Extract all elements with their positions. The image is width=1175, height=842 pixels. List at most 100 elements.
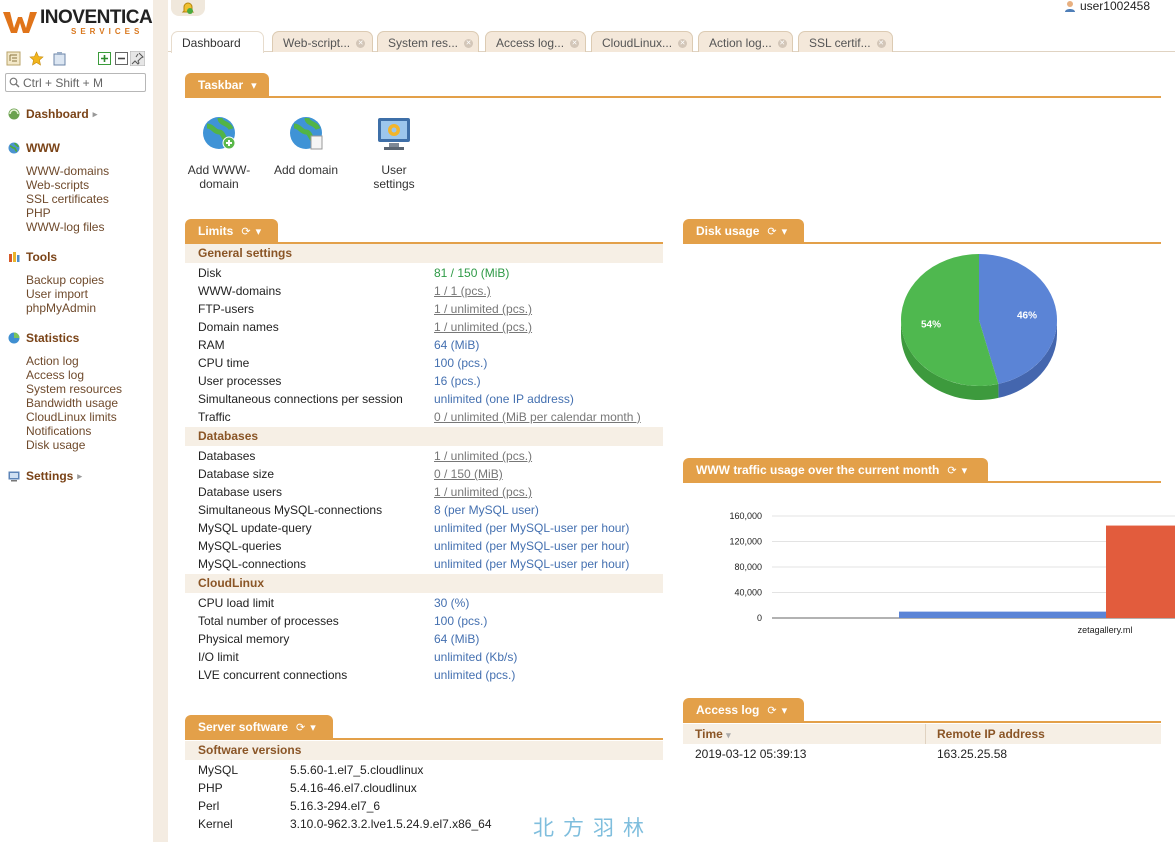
tab-web-scripts[interactable]: Web-script... ✕ [272, 31, 373, 52]
software-versions-heading: Software versions [185, 741, 663, 760]
sidebar-item-web-scripts[interactable]: Web-scripts [26, 178, 109, 192]
disk-usage-rule [683, 242, 1161, 244]
column-header-ip[interactable]: Remote IP address [937, 727, 1045, 741]
dropdown-arrow-icon[interactable]: ▾ [962, 465, 968, 477]
sidebar-item-notifications[interactable]: Notifications [26, 424, 122, 438]
y-tick-label: 40,000 [734, 588, 762, 598]
refresh-icon[interactable]: ⟳ [296, 722, 305, 734]
close-icon[interactable]: ✕ [356, 39, 366, 49]
refresh-icon[interactable]: ⟳ [767, 705, 776, 717]
close-icon[interactable]: ✕ [678, 39, 688, 49]
dropdown-arrow-icon[interactable]: ▾ [310, 722, 316, 734]
row-value[interactable]: 1 / unlimited (pcs.) [434, 302, 532, 316]
sidebar-item-user-import[interactable]: User import [26, 287, 104, 301]
server-software-header[interactable]: Server software ⟳ ▾ [185, 715, 333, 739]
dropdown-arrow-icon[interactable]: ▾ [251, 80, 257, 92]
row-value[interactable]: 1 / unlimited (pcs.) [434, 320, 532, 334]
sidebar-item-ssl-certificates[interactable]: SSL certificates [26, 192, 109, 206]
dropdown-arrow-icon[interactable]: ▾ [782, 705, 788, 717]
refresh-icon[interactable]: ⟳ [241, 226, 250, 238]
row-label: MySQL-queries [198, 539, 282, 553]
disk-usage-pie-chart: 46% 54% [901, 254, 1057, 400]
sidebar-item-bandwidth-usage[interactable]: Bandwidth usage [26, 396, 122, 410]
row-value: 8 (per MySQL user) [434, 503, 539, 517]
add-domain-button[interactable]: Add domain [266, 114, 346, 177]
row-label: Database size [198, 467, 275, 481]
access-log-header[interactable]: Access log ⟳ ▾ [683, 698, 804, 722]
sidebar-dashboard[interactable]: Dashboard ▸ [8, 107, 97, 121]
tab-dashboard[interactable]: Dashboard [171, 31, 264, 53]
favorites-icon[interactable] [29, 51, 44, 66]
limits-header[interactable]: Limits ⟳ ▾ [185, 219, 278, 243]
sidebar-statistics[interactable]: Statistics [8, 331, 79, 345]
column-header-time[interactable]: Time ▾ [695, 727, 731, 741]
row-label: Physical memory [198, 632, 290, 646]
sidebar-item-phpmyadmin[interactable]: phpMyAdmin [26, 301, 104, 315]
row-value[interactable]: 0 / 150 (MiB) [434, 467, 503, 481]
search-input[interactable] [23, 76, 143, 89]
notification-button[interactable] [171, 0, 205, 16]
sort-arrow-icon: ▾ [726, 730, 731, 740]
sidebar-www[interactable]: WWW [8, 141, 60, 155]
sidebar-item-disk-usage[interactable]: Disk usage [26, 438, 122, 452]
sidebar-item-www-domains[interactable]: WWW-domains [26, 164, 109, 178]
y-tick-label: 80,000 [734, 562, 762, 572]
sidebar-item-action-log[interactable]: Action log [26, 354, 122, 368]
dropdown-arrow-icon[interactable]: ▾ [782, 226, 788, 238]
tab-access-log[interactable]: Access log... ✕ [485, 31, 586, 52]
tab-ssl-certificates[interactable]: SSL certif... ✕ [798, 31, 893, 52]
user-menu[interactable]: user1002458 [1064, 0, 1150, 13]
tab-action-log[interactable]: Action log... ✕ [698, 31, 793, 52]
tools-icon [9, 252, 20, 262]
table-row: Simultaneous connections per session unli… [185, 390, 663, 408]
sidebar-tools[interactable]: Tools [8, 250, 57, 264]
tab-label: SSL certif... [809, 36, 871, 50]
server-software-rule [185, 738, 663, 740]
pie-slice-label: 46% [1017, 310, 1037, 321]
app-root: INOVENTICA SERVICES Dashboard▸ WWW WWW-d… [0, 0, 1175, 842]
close-icon[interactable]: ✕ [464, 39, 474, 49]
tree-icon[interactable] [6, 51, 21, 66]
access-log-time-cell: 2019-03-12 05:39:13 [695, 747, 807, 761]
sidebar-item-access-log[interactable]: Access log [26, 368, 122, 382]
user-settings-button[interactable]: User settings [354, 114, 434, 191]
table-row: I/O limit unlimited (Kb/s) [185, 648, 663, 666]
sidebar-item-php[interactable]: PHP [26, 206, 109, 220]
traffic-rule [683, 481, 1161, 483]
sidebar-splitter[interactable] [153, 0, 168, 842]
close-icon[interactable]: ✕ [570, 39, 580, 49]
sidebar-settings[interactable]: Settings ▸ [8, 469, 82, 483]
traffic-header[interactable]: WWW traffic usage over the current month… [683, 458, 988, 482]
traffic-bar [1106, 525, 1175, 618]
sidebar-item-backup-copies[interactable]: Backup copies [26, 273, 104, 287]
general-settings-heading: General settings [185, 244, 663, 263]
refresh-icon[interactable]: ⟳ [767, 226, 776, 238]
brand-logo-icon [3, 12, 37, 33]
row-value[interactable]: 0 / unlimited (MiB per calendar month ) [434, 410, 641, 424]
pin-icon[interactable] [130, 51, 145, 66]
dropdown-arrow-icon[interactable]: ▾ [256, 226, 262, 238]
disk-usage-header[interactable]: Disk usage ⟳ ▾ [683, 219, 804, 243]
expand-all-icon[interactable] [97, 51, 112, 66]
refresh-icon[interactable]: ⟳ [947, 465, 956, 477]
close-icon[interactable]: ✕ [777, 39, 787, 49]
row-value[interactable]: 1 / unlimited (pcs.) [434, 485, 532, 499]
taskbar-title: Taskbar [198, 78, 244, 92]
row-label: Database users [198, 485, 283, 499]
taskbar-header[interactable]: Taskbar ▾ [185, 73, 269, 97]
add-www-domain-button[interactable]: Add WWW- domain [179, 114, 259, 191]
tab-cloudlinux[interactable]: CloudLinux... ✕ [591, 31, 693, 52]
clipboard-icon[interactable] [52, 51, 67, 66]
collapse-all-icon[interactable] [114, 51, 129, 66]
tab-label: Web-script... [283, 36, 351, 50]
table-row: PHP 5.4.16-46.el7.cloudlinux [185, 779, 663, 797]
sidebar-item-system-resources[interactable]: System resources [26, 382, 122, 396]
sidebar-item-www-log-files[interactable]: WWW-log files [26, 220, 109, 234]
tab-system-resources[interactable]: System res... ✕ [377, 31, 479, 52]
row-value[interactable]: 1 / 1 (pcs.) [434, 284, 491, 298]
row-label: Simultaneous MySQL-connections [198, 503, 383, 517]
row-value[interactable]: 1 / unlimited (pcs.) [434, 449, 532, 463]
close-icon[interactable]: ✕ [876, 39, 886, 49]
sidebar-item-cloudlinux-limits[interactable]: CloudLinux limits [26, 410, 122, 424]
row-value: 64 (MiB) [434, 632, 480, 646]
